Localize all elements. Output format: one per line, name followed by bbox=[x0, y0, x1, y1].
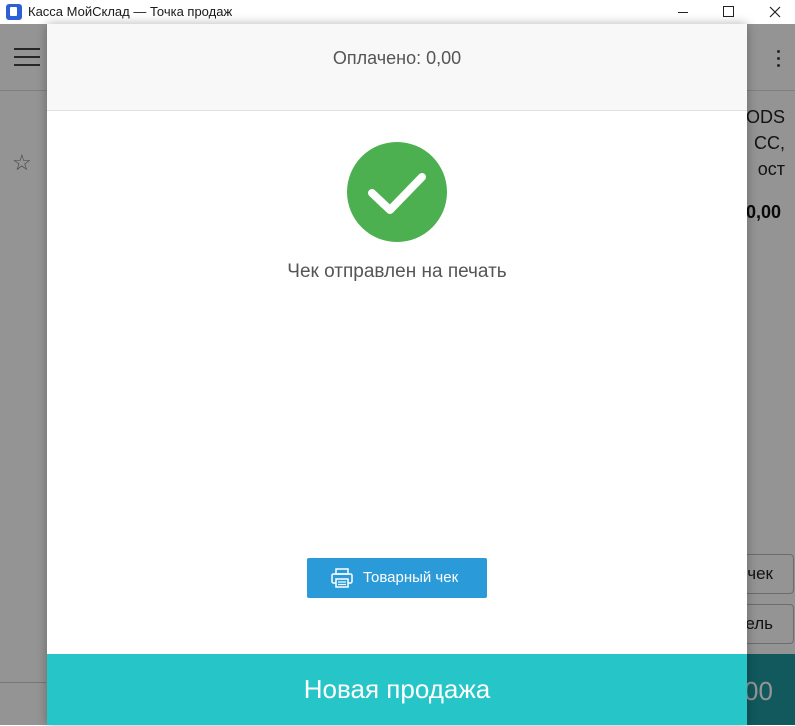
checkmark-icon bbox=[347, 142, 447, 242]
window-titlebar: Касса МойСклад — Точка продаж bbox=[0, 0, 795, 24]
printer-icon bbox=[331, 568, 353, 588]
payment-result-dialog: Оплачено: 0,00 Чек отправлен на печать Т… bbox=[47, 24, 747, 725]
maximize-icon[interactable] bbox=[706, 0, 752, 24]
window-title: Касса МойСклад — Точка продаж bbox=[28, 4, 233, 19]
new-sale-button[interactable]: Новая продажа bbox=[47, 654, 747, 725]
minimize-icon[interactable] bbox=[660, 0, 706, 24]
close-icon[interactable] bbox=[752, 0, 795, 24]
product-receipt-button-label: Товарный чек bbox=[363, 569, 459, 586]
dialog-header: Оплачено: 0,00 bbox=[47, 24, 747, 111]
app-icon bbox=[6, 4, 22, 20]
new-sale-button-label: Новая продажа bbox=[303, 674, 491, 704]
paid-amount: Оплачено: 0,00 bbox=[332, 48, 462, 68]
product-receipt-button[interactable]: Товарный чек bbox=[307, 558, 487, 598]
status-message: Чек отправлен на печать bbox=[287, 261, 507, 282]
